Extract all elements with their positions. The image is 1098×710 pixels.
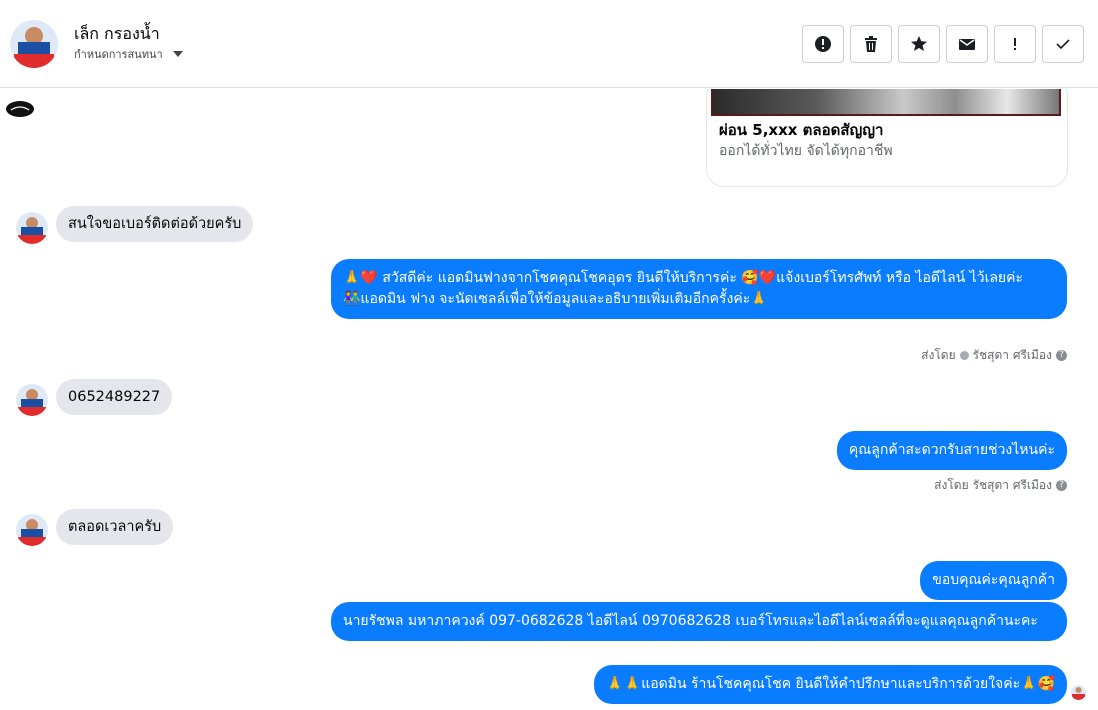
- delete-button[interactable]: [850, 25, 892, 63]
- envelope-icon: [959, 39, 975, 50]
- conversation-header: เล็ก กรองน้ำ กำหนดการสนทนา: [0, 0, 1098, 88]
- sent-by-info: ส่งโดย รัชสุดา ศรีเมือง ?: [921, 346, 1067, 365]
- seen-avatar: [1071, 685, 1086, 700]
- sender-avatar[interactable]: [16, 384, 48, 416]
- sender-name[interactable]: รัชสุดา ศรีเมือง: [973, 476, 1052, 495]
- help-icon[interactable]: ?: [1056, 480, 1067, 491]
- exclamation-icon: [1014, 38, 1016, 50]
- ad-card-image: [711, 89, 1061, 116]
- sent-by-label: ส่งโดย: [921, 348, 956, 362]
- ad-card[interactable]: ผ่อน 5,xxx ตลอดสัญญา ออกได้ทั่วไทย จัดได…: [706, 89, 1068, 187]
- report-button[interactable]: [994, 25, 1036, 63]
- page-logo-icon: [6, 101, 34, 117]
- conversation-schedule-dropdown[interactable]: กำหนดการสนทนา: [74, 45, 183, 63]
- help-icon[interactable]: ?: [1056, 350, 1067, 361]
- sent-by-info: ส่งโดย รัชสุดา ศรีเมือง ?: [934, 476, 1067, 495]
- incoming-message: 0652489227: [56, 379, 173, 415]
- contact-name[interactable]: เล็ก กรองน้ำ: [74, 22, 160, 47]
- outgoing-message: 🙏❤️ สวัสดีค่ะ แอดมินฟางจากโชคคุณโชคอุดร …: [331, 259, 1067, 319]
- outgoing-message: คุณลูกค้าสะดวกรับสายช่วงไหนค่ะ: [836, 431, 1067, 470]
- incoming-message: สนใจขอเบอร์ติดต่อด้วยครับ: [56, 206, 254, 242]
- star-icon: [911, 36, 927, 51]
- verified-icon: [959, 351, 969, 360]
- mark-done-button[interactable]: [1042, 25, 1084, 63]
- incoming-message: ตลอดเวลาครับ: [56, 509, 174, 545]
- trash-icon: [865, 36, 877, 52]
- ad-card-subtitle: ออกได้ทั่วไทย จัดได้ทุกอาชีพ: [719, 143, 893, 159]
- mark-unread-button[interactable]: [946, 25, 988, 63]
- message-thread[interactable]: ผ่อน 5,xxx ตลอดสัญญา ออกได้ทั่วไทย จัดได…: [0, 89, 1098, 710]
- star-button[interactable]: [898, 25, 940, 63]
- sent-by-label: ส่งโดย: [934, 478, 969, 492]
- outgoing-message: 🙏🙏แอดมิน ร้านโชคคุณโชค ยินดีให้คำปรึกษาแ…: [594, 665, 1067, 704]
- contact-avatar[interactable]: [10, 20, 58, 68]
- check-icon: [1056, 39, 1070, 50]
- alert-circle-icon: [815, 36, 831, 52]
- caret-down-icon: [172, 51, 183, 57]
- outgoing-message: ขอบคุณค่ะคุณลูกค้า: [920, 561, 1067, 600]
- ad-card-title: ผ่อน 5,xxx ตลอดสัญญา: [719, 121, 884, 139]
- sender-avatar[interactable]: [16, 514, 48, 546]
- outgoing-message: นายรัชพล มหาภาควงค์ 097-0682628 ไอดีไลน์…: [331, 602, 1067, 641]
- header-actions: [802, 25, 1084, 63]
- subtitle-label: กำหนดการสนทนา: [74, 48, 163, 61]
- sender-avatar[interactable]: [16, 212, 48, 244]
- sender-name[interactable]: รัชสุดา ศรีเมือง: [973, 346, 1052, 365]
- mark-spam-button[interactable]: [802, 25, 844, 63]
